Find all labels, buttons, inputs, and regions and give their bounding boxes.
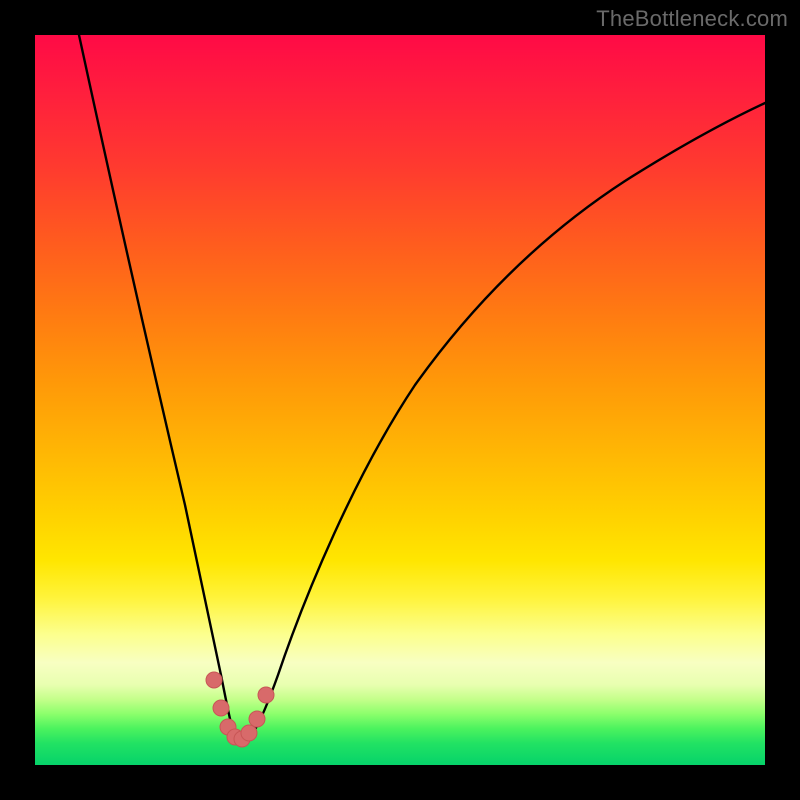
marker-dot [241, 725, 257, 741]
plot-area [35, 35, 765, 765]
marker-dot [249, 711, 265, 727]
marker-dot [258, 687, 274, 703]
outer-frame: TheBottleneck.com [0, 0, 800, 800]
bottleneck-curve [79, 35, 765, 742]
marker-dot [206, 672, 222, 688]
watermark-text: TheBottleneck.com [596, 6, 788, 32]
curve-svg [35, 35, 765, 765]
marker-dot [213, 700, 229, 716]
